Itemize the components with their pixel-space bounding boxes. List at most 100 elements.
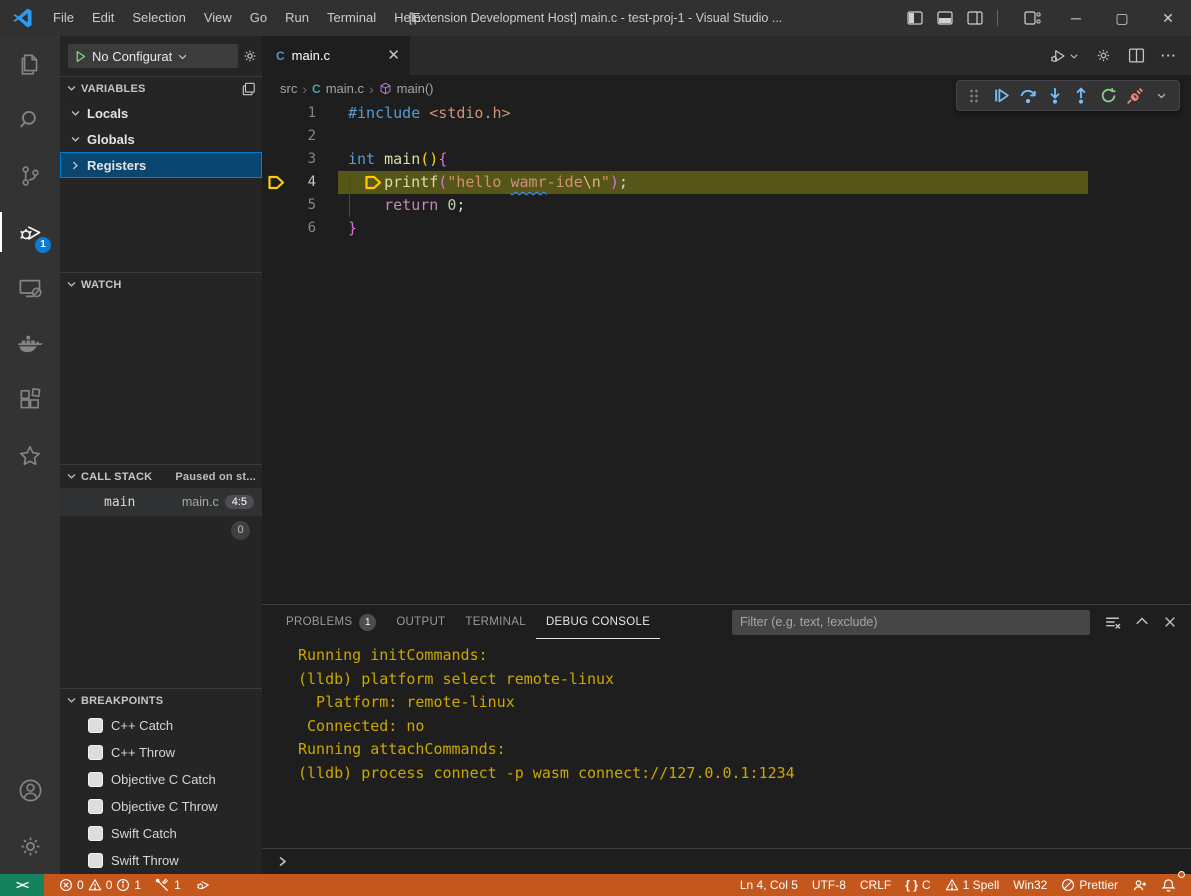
step-over-icon[interactable] xyxy=(1016,84,1040,108)
breakpoint-row[interactable]: C++ Catch xyxy=(60,712,262,739)
customize-layout-icon[interactable] xyxy=(1024,11,1041,26)
breadcrumb-folder[interactable]: src xyxy=(280,81,297,96)
explorer-icon[interactable] xyxy=(0,36,60,92)
line-number: 6 xyxy=(290,217,316,240)
clear-console-icon[interactable] xyxy=(1104,614,1121,631)
debug-console-input[interactable] xyxy=(262,848,1191,874)
minimize-button[interactable]: ─ xyxy=(1053,0,1099,36)
configure-gear-icon[interactable] xyxy=(242,48,258,64)
variables-header[interactable]: VARIABLES xyxy=(60,76,262,100)
tab-main-c[interactable]: C main.c ✕ xyxy=(262,36,410,75)
tab-terminal[interactable]: TERMINAL xyxy=(455,605,536,639)
run-and-debug-icon[interactable]: 1 xyxy=(0,204,60,260)
toggle-secondary-sidebar-icon[interactable] xyxy=(967,11,983,26)
remote-explorer-icon[interactable] xyxy=(0,260,60,316)
gutter-margin[interactable] xyxy=(262,148,290,171)
editor-actions: ··· xyxy=(410,36,1191,75)
restart-icon[interactable] xyxy=(1096,84,1120,108)
breadcrumb-file[interactable]: main.c xyxy=(326,81,364,96)
menu-edit[interactable]: Edit xyxy=(83,0,123,36)
formatter-status[interactable]: Prettier xyxy=(1054,874,1125,896)
maximize-panel-icon[interactable] xyxy=(1135,615,1149,629)
editor-gear-icon[interactable] xyxy=(1095,47,1112,64)
gutter-margin[interactable] xyxy=(262,125,290,148)
settings-gear-icon[interactable] xyxy=(0,818,60,874)
gutter-margin[interactable] xyxy=(262,217,290,240)
variables-registers-row[interactable]: Registers xyxy=(60,152,262,178)
source-control-icon[interactable] xyxy=(0,148,60,204)
debug-status-icon[interactable] xyxy=(188,874,218,896)
feedback-icon[interactable] xyxy=(1125,874,1154,896)
star-extension-icon[interactable] xyxy=(0,428,60,484)
gutter-margin[interactable] xyxy=(262,194,290,217)
warning-icon xyxy=(88,878,102,892)
breakpoints-header[interactable]: BREAKPOINTS xyxy=(60,688,262,712)
menu-view[interactable]: View xyxy=(195,0,241,36)
tab-problems[interactable]: PROBLEMS 1 xyxy=(276,605,386,639)
breakpoint-checkbox[interactable] xyxy=(88,718,103,733)
menu-go[interactable]: Go xyxy=(241,0,276,36)
menu-run[interactable]: Run xyxy=(276,0,318,36)
step-into-icon[interactable] xyxy=(1043,84,1067,108)
start-debug-icon[interactable] xyxy=(74,50,87,63)
maximize-button[interactable]: ▢ xyxy=(1099,0,1145,36)
tools-status[interactable]: 1 xyxy=(148,874,188,896)
menu-selection[interactable]: Selection xyxy=(123,0,194,36)
menu-file[interactable]: File xyxy=(44,0,83,36)
debug-config-dropdown[interactable]: No Configurat xyxy=(68,44,238,68)
breakpoint-row[interactable]: Objective C Catch xyxy=(60,766,262,793)
search-icon[interactable] xyxy=(0,92,60,148)
breakpoint-row[interactable]: C++ Throw xyxy=(60,739,262,766)
breakpoint-row[interactable]: Objective C Throw xyxy=(60,793,262,820)
close-panel-icon[interactable] xyxy=(1163,615,1177,629)
tab-close-icon[interactable]: ✕ xyxy=(387,48,400,63)
call-stack-header[interactable]: CALL STACK Paused on st... xyxy=(60,464,262,488)
symbol-module-icon xyxy=(379,82,392,95)
breadcrumb-symbol[interactable]: main() xyxy=(397,81,434,96)
watch-header[interactable]: WATCH xyxy=(60,272,262,296)
eol-sequence[interactable]: CRLF xyxy=(853,874,898,896)
toggle-sidebar-icon[interactable] xyxy=(907,11,923,26)
run-or-debug-button[interactable] xyxy=(1049,47,1079,65)
remote-indicator[interactable]: >< xyxy=(0,874,44,896)
close-button[interactable]: ✕ xyxy=(1145,0,1191,36)
breakpoint-checkbox[interactable] xyxy=(88,826,103,841)
toolbar-drag-handle[interactable] xyxy=(962,84,986,108)
variables-globals-row[interactable]: Globals xyxy=(60,126,262,152)
console-filter-input[interactable] xyxy=(732,610,1090,635)
encoding[interactable]: UTF-8 xyxy=(805,874,853,896)
more-actions-icon[interactable]: ··· xyxy=(1161,48,1177,63)
problems-status[interactable]: 0 0 1 xyxy=(52,874,148,896)
variables-locals-row[interactable]: Locals xyxy=(60,100,262,126)
toggle-panel-icon[interactable] xyxy=(937,11,953,26)
docker-icon[interactable] xyxy=(0,316,60,372)
breakpoint-checkbox[interactable] xyxy=(88,745,103,760)
tab-debug-console[interactable]: DEBUG CONSOLE xyxy=(536,605,660,639)
current-frame-gutter-icon[interactable] xyxy=(262,171,290,194)
extensions-icon[interactable] xyxy=(0,372,60,428)
cursor-position[interactable]: Ln 4, Col 5 xyxy=(733,874,805,896)
breakpoint-checkbox[interactable] xyxy=(88,772,103,787)
stack-frame-row[interactable]: main main.c 4:5 xyxy=(60,488,262,516)
continue-icon[interactable] xyxy=(989,84,1013,108)
spell-checker-status[interactable]: 1 Spell xyxy=(938,874,1007,896)
disconnect-icon[interactable] xyxy=(1123,84,1147,108)
breakpoint-row[interactable]: Swift Catch xyxy=(60,820,262,847)
notifications-bell-icon[interactable] xyxy=(1154,874,1183,896)
split-editor-icon[interactable] xyxy=(1128,47,1145,64)
collapse-all-icon[interactable] xyxy=(242,82,256,96)
menu-terminal[interactable]: Terminal xyxy=(318,0,385,36)
line-number: 3 xyxy=(290,148,316,171)
code-editor[interactable]: 1#include <stdio.h>23int main(){4 printf… xyxy=(262,102,1191,604)
platform-target[interactable]: Win32 xyxy=(1006,874,1054,896)
breakpoint-checkbox[interactable] xyxy=(88,853,103,868)
accounts-icon[interactable] xyxy=(0,762,60,818)
tab-output[interactable]: OUTPUT xyxy=(386,605,455,639)
language-mode[interactable]: { } C xyxy=(898,874,937,896)
breakpoint-row[interactable]: Swift Throw xyxy=(60,847,262,874)
debug-session-dropdown-icon[interactable] xyxy=(1150,84,1174,108)
breakpoint-checkbox[interactable] xyxy=(88,799,103,814)
debug-console-output[interactable]: Running initCommands:(lldb) platform sel… xyxy=(262,639,1191,848)
step-out-icon[interactable] xyxy=(1069,84,1093,108)
gutter-margin[interactable] xyxy=(262,102,290,125)
